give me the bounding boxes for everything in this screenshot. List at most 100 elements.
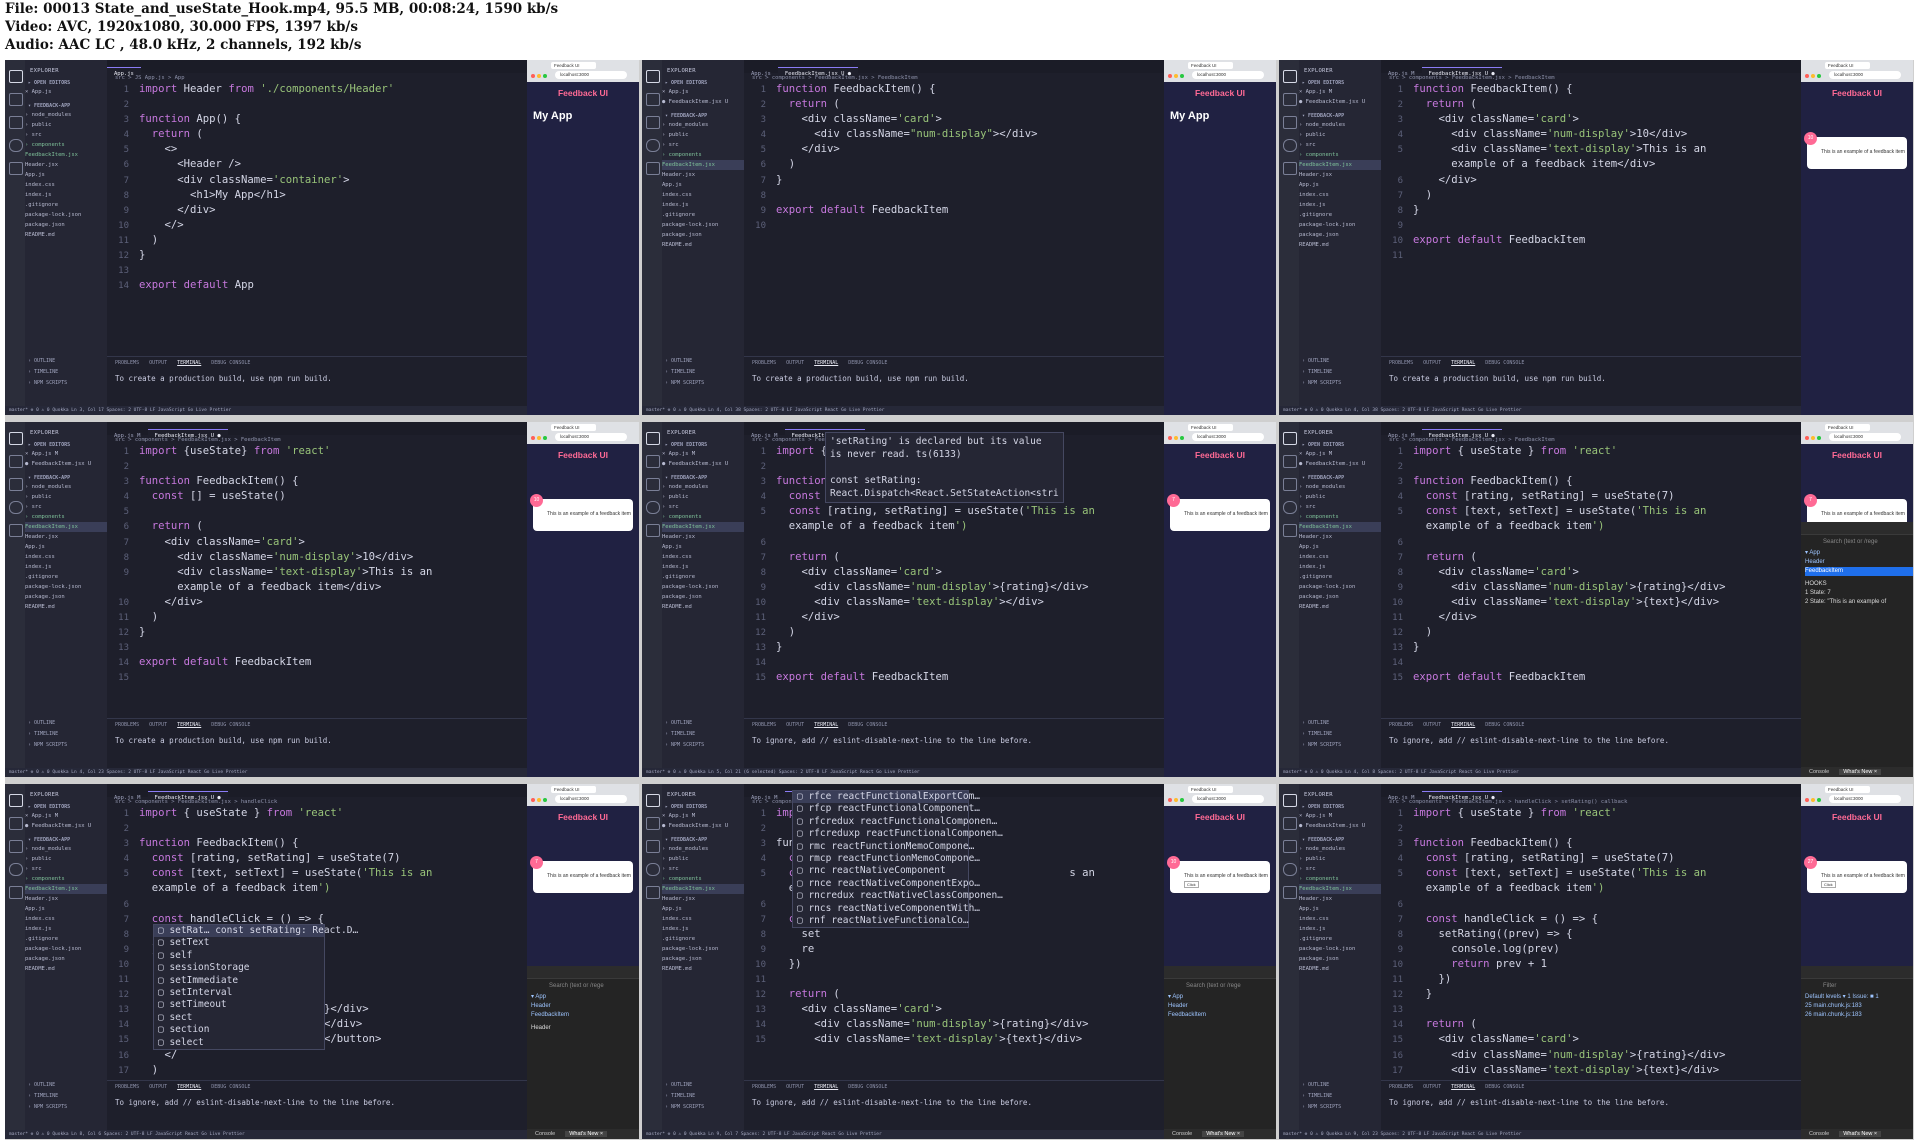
autocomplete-item[interactable]: ▢ self [154, 950, 324, 962]
file-tree-item[interactable]: App.js [25, 170, 107, 180]
whats-new-tab[interactable]: What's New × [1839, 1131, 1882, 1137]
autocomplete-item[interactable]: ▢ select [154, 1037, 324, 1049]
sidebar-footer-item[interactable]: › TIMELINE [665, 1091, 704, 1102]
project-folder[interactable]: ▾ FEEDBACK-APP [25, 97, 107, 110]
window-control-dot[interactable] [543, 798, 547, 802]
window-control-dot[interactable] [537, 798, 541, 802]
file-tree-item[interactable]: package-lock.json [25, 210, 107, 220]
open-editors-section[interactable]: ▸ OPEN EDITORS [25, 436, 107, 449]
breadcrumb[interactable]: src > components > FeedbackItem.jsx > Fe… [115, 437, 281, 443]
component-tree-node[interactable]: Default levels ▾ 1 Issue: ■ 1 [1805, 993, 1913, 1002]
sidebar-footer-item[interactable]: › OUTLINE [1302, 1080, 1341, 1091]
file-tree-item[interactable]: › components [662, 874, 744, 884]
sidebar-footer-item[interactable]: › NPM SCRIPTS [1302, 740, 1341, 751]
source-control-icon[interactable] [1283, 116, 1297, 129]
browser-tab[interactable]: Feedback UI [551, 786, 596, 793]
file-tree-item[interactable]: › public [1299, 854, 1381, 864]
devtools-search[interactable]: Filter [1801, 979, 1913, 989]
file-tree-item[interactable]: › src [662, 502, 744, 512]
autocomplete-item[interactable]: ▢ setText [154, 937, 324, 949]
file-tree-item[interactable]: App.js [1299, 542, 1381, 552]
autocomplete-item[interactable]: ▢ rncs reactNativeComponentWith… [793, 903, 980, 915]
file-tree-item[interactable]: index.css [1299, 190, 1381, 200]
sidebar-footer-item[interactable]: › NPM SCRIPTS [28, 1102, 67, 1113]
sidebar-footer-item[interactable]: › NPM SCRIPTS [1302, 1102, 1341, 1113]
source-control-icon[interactable] [646, 840, 660, 853]
panel-tab[interactable]: PROBLEMS [1389, 722, 1413, 728]
file-tree-item[interactable]: Header.jsx [25, 532, 107, 542]
project-folder[interactable]: ▾ FEEDBACK-APP [1299, 107, 1381, 120]
file-tree-item[interactable]: package.json [662, 230, 744, 240]
autocomplete-item[interactable]: ▢ rnce reactNativeComponentExpo… [793, 878, 980, 890]
file-tree-item[interactable]: index.css [662, 914, 744, 924]
panel-tab[interactable]: PROBLEMS [115, 360, 139, 366]
file-tree-item[interactable]: package-lock.json [662, 944, 744, 954]
autocomplete-item[interactable]: ▢ section [154, 1024, 324, 1036]
panel-tab[interactable]: DEBUG CONSOLE [211, 722, 250, 728]
window-control-dot[interactable] [1180, 436, 1184, 440]
panel-tab[interactable]: TERMINAL [814, 1084, 838, 1090]
search-icon[interactable] [646, 455, 660, 468]
component-tree-node[interactable]: ▾ App [1805, 549, 1913, 558]
run-debug-icon[interactable] [646, 139, 660, 152]
panel-tab[interactable]: DEBUG CONSOLE [1485, 722, 1524, 728]
open-editor-item[interactable]: × App.js M [25, 449, 107, 459]
run-debug-icon[interactable] [9, 863, 23, 876]
files-icon[interactable] [9, 432, 23, 445]
file-tree-item[interactable]: › public [25, 492, 107, 502]
devtools-search[interactable]: Search (text or /rege [527, 979, 639, 989]
file-tree-item[interactable]: .gitignore [1299, 934, 1381, 944]
file-tree-item[interactable]: package.json [662, 592, 744, 602]
window-control-dot[interactable] [1817, 436, 1821, 440]
file-tree-item[interactable]: package.json [25, 954, 107, 964]
panel-tab[interactable]: OUTPUT [786, 360, 804, 366]
component-tree-node[interactable]: ▾ App [1168, 993, 1276, 1002]
file-tree-item[interactable]: FeedbackItem.jsx [1299, 522, 1381, 532]
window-control-dot[interactable] [1805, 798, 1809, 802]
panel-tab[interactable]: PROBLEMS [752, 1084, 776, 1090]
file-tree-item[interactable]: README.md [25, 964, 107, 974]
autocomplete-item[interactable]: ▢ rfcp reactFunctionalComponent… [793, 803, 980, 815]
file-tree-item[interactable]: index.js [1299, 924, 1381, 934]
files-icon[interactable] [646, 794, 660, 807]
file-tree-item[interactable]: FeedbackItem.jsx [25, 884, 107, 894]
file-tree-item[interactable]: package.json [1299, 954, 1381, 964]
file-tree-item[interactable]: › public [25, 120, 107, 130]
file-tree-item[interactable]: Header.jsx [25, 160, 107, 170]
open-editors-section[interactable]: ▸ OPEN EDITORS [662, 798, 744, 811]
code-editor[interactable]: 1 import {useState} from 'react' 2 3 functio… [107, 444, 432, 686]
file-tree-item[interactable]: index.js [1299, 200, 1381, 210]
open-editor-item[interactable]: × App.js [662, 87, 744, 97]
file-tree-item[interactable]: package-lock.json [25, 582, 107, 592]
file-tree-item[interactable]: .gitignore [662, 572, 744, 582]
file-tree-item[interactable]: › src [1299, 502, 1381, 512]
file-tree-item[interactable]: › src [1299, 864, 1381, 874]
breadcrumb[interactable]: src > components > FeedbackItem.jsx > Fe… [1389, 437, 1555, 443]
file-tree-item[interactable]: Header.jsx [1299, 894, 1381, 904]
window-control-dot[interactable] [1174, 436, 1178, 440]
file-tree-item[interactable]: › src [25, 864, 107, 874]
sidebar-footer-item[interactable]: › OUTLINE [665, 718, 704, 729]
autocomplete-item[interactable]: ▢ rfcreduxp reactFunctionalComponen… [793, 828, 1003, 840]
autocomplete-item[interactable]: ▢ sect [154, 1012, 324, 1024]
file-tree-item[interactable]: .gitignore [1299, 210, 1381, 220]
file-tree-item[interactable]: package.json [662, 954, 744, 964]
file-tree-item[interactable]: .gitignore [662, 210, 744, 220]
whats-new-tab[interactable]: What's New × [565, 1131, 608, 1137]
search-icon[interactable] [9, 93, 23, 106]
file-tree-item[interactable]: README.md [25, 602, 107, 612]
code-editor[interactable]: 1 function FeedbackItem() {2 return (3 <d… [744, 82, 1037, 233]
open-editor-item[interactable]: × App.js M [1299, 449, 1381, 459]
extensions-icon[interactable] [1283, 886, 1297, 899]
file-tree-item[interactable]: App.js [662, 904, 744, 914]
file-tree-item[interactable]: App.js [1299, 180, 1381, 190]
panel-tab[interactable]: OUTPUT [1423, 360, 1441, 366]
file-tree-item[interactable]: index.js [25, 190, 107, 200]
panel-tab[interactable]: OUTPUT [149, 1084, 167, 1090]
file-tree-item[interactable]: App.js [662, 542, 744, 552]
open-editor-item[interactable]: × App.js M [25, 811, 107, 821]
file-tree-item[interactable]: README.md [662, 602, 744, 612]
file-tree-item[interactable]: Header.jsx [1299, 532, 1381, 542]
files-icon[interactable] [646, 432, 660, 445]
panel-tab[interactable]: OUTPUT [149, 722, 167, 728]
